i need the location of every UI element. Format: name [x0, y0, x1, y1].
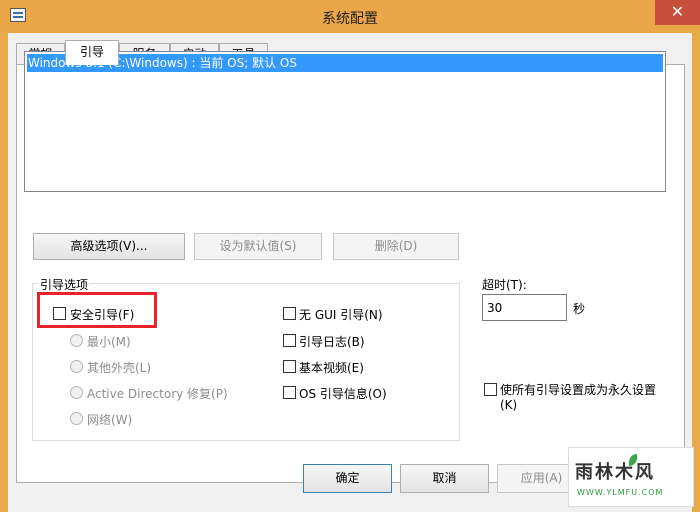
os-list-item[interactable]: Windows 8.1 (C:\Windows) : 当前 OS; 默认 OS — [27, 54, 663, 72]
os-boot-info-checkbox[interactable] — [283, 386, 296, 399]
base-video-label: 基本视频(E) — [299, 361, 364, 375]
advanced-options-button[interactable]: 高级选项(V)... — [33, 233, 185, 260]
cancel-button[interactable]: 取消 — [400, 464, 489, 493]
no-gui-boot-label: 无 GUI 引导(N) — [299, 308, 383, 322]
window-title: 系统配置 — [322, 11, 378, 27]
safe-boot-checkbox[interactable] — [53, 307, 66, 320]
set-default-button[interactable]: 设为默认值(S) — [194, 233, 322, 260]
alternate-shell-radio[interactable] — [70, 360, 83, 373]
boot-log-checkbox[interactable] — [283, 334, 296, 347]
safe-boot-label: 安全引导(F) — [70, 308, 135, 322]
network-radio[interactable] — [70, 412, 83, 425]
no-gui-boot-checkbox[interactable] — [283, 307, 296, 320]
network-label: 网络(W) — [87, 413, 133, 427]
os-list[interactable]: Windows 8.1 (C:\Windows) : 当前 OS; 默认 OS — [24, 51, 666, 192]
base-video-checkbox[interactable] — [283, 360, 296, 373]
ok-button[interactable]: 确定 — [303, 464, 392, 493]
timeout-input[interactable] — [482, 294, 567, 321]
site-watermark-logo: 雨林木风 WWW.YLMFU.COM — [568, 447, 694, 507]
tab-boot[interactable]: 引导 — [65, 40, 119, 65]
timeout-label: 超时(T): — [482, 278, 527, 292]
timeout-unit: 秒 — [573, 302, 586, 316]
make-permanent-label: 使所有引导设置成为永久设置 — [500, 383, 657, 397]
make-permanent-checkbox[interactable] — [484, 383, 497, 396]
title-bar: 系统配置 — [0, 0, 700, 33]
close-button[interactable]: ✕ — [655, 0, 700, 25]
delete-button[interactable]: 删除(D) — [333, 233, 459, 260]
watermark-text: 雨林木风 — [575, 462, 655, 483]
watermark-url: WWW.YLMFU.COM — [577, 488, 664, 497]
boot-options-label: 引导选项 — [38, 276, 91, 293]
alternate-shell-label: 其他外壳(L) — [87, 361, 152, 375]
minimal-radio[interactable] — [70, 334, 83, 347]
make-permanent-label-key: (K) — [500, 398, 518, 412]
minimal-label: 最小(M) — [87, 335, 131, 349]
active-directory-label: Active Directory 修复(P) — [87, 387, 228, 401]
os-boot-info-label: OS 引导信息(O) — [299, 387, 387, 401]
boot-log-label: 引导日志(B) — [299, 335, 365, 349]
active-directory-radio[interactable] — [70, 386, 83, 399]
